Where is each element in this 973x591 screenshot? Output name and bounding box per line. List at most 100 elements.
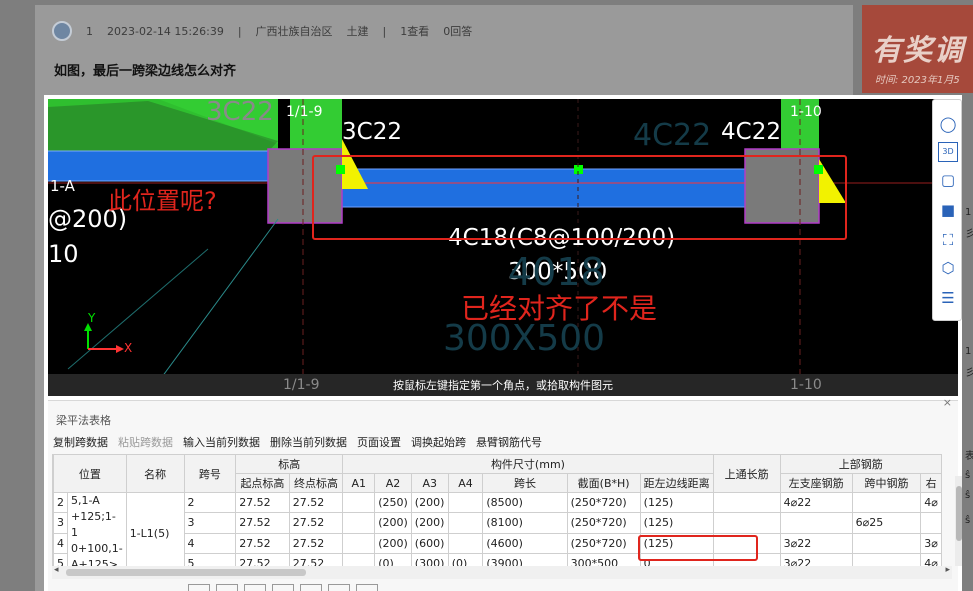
view-3d-icon[interactable]: 3D (938, 142, 958, 162)
section-cell[interactable]: (250*720) (566, 512, 641, 534)
left-seat-rebar-cell[interactable]: 4⌀22 (779, 491, 853, 514)
mid-span-rebar-cell[interactable] (851, 552, 922, 566)
top-through-cell[interactable] (712, 491, 781, 514)
right-seat-rebar-cell[interactable] (920, 512, 942, 534)
a2-cell[interactable]: (0) (374, 552, 412, 566)
position-cell[interactable]: 5,1-A +125;1-1 0+100,1- A+125> (67, 492, 127, 566)
mid-span-rebar-cell[interactable]: 6⌀25 (851, 512, 922, 534)
post-timestamp: 2023-02-14 15:26:39 (107, 24, 224, 38)
mid-span-rebar-cell[interactable] (851, 532, 922, 554)
a3-cell[interactable]: (200) (410, 491, 449, 514)
scroll-left-icon[interactable]: ◂ (54, 565, 59, 575)
span-length-cell[interactable]: (8500) (482, 491, 568, 514)
right-seat-rebar-cell[interactable]: 4⌀ (920, 552, 942, 566)
post-user-id[interactable]: 1 (86, 25, 93, 38)
left-edge-distance-cell[interactable]: (125) (639, 512, 714, 534)
a1-cell[interactable] (342, 512, 376, 534)
copy-span-button[interactable]: 复制跨数据 (53, 434, 108, 450)
start-elevation-cell[interactable]: 27.52 (235, 512, 290, 534)
table-horizontal-scrollbar[interactable]: ◂ ▸ (52, 565, 952, 579)
footer-tool-icon[interactable] (188, 584, 210, 591)
input-column-button[interactable]: 输入当前列数据 (183, 434, 260, 450)
right-seat-rebar-cell[interactable]: 3⌀ (920, 532, 942, 554)
scroll-thumb[interactable] (66, 569, 306, 576)
footer-tool-icon[interactable] (356, 584, 378, 591)
left-seat-rebar-cell[interactable] (779, 512, 853, 534)
span-length-cell[interactable]: (8100) (482, 512, 568, 534)
a2-cell[interactable]: (200) (374, 512, 412, 534)
ghost-label-300x500: 300X500 (443, 318, 606, 359)
start-elevation-cell[interactable]: 27.52 (235, 491, 290, 514)
a3-cell[interactable]: (600) (410, 532, 449, 554)
panel-close-button[interactable]: × (943, 396, 952, 409)
list-view-icon[interactable]: ☰ (938, 288, 958, 308)
section-cell[interactable]: (250*720) (566, 532, 641, 554)
cantilever-rebar-button[interactable]: 悬臂钢筋代号 (476, 434, 542, 450)
span-cell[interactable]: 2 (183, 491, 237, 514)
footer-tool-icon[interactable] (272, 584, 294, 591)
avatar[interactable] (52, 21, 72, 41)
ellipse-icon[interactable]: ◯ (938, 114, 958, 134)
a3-cell[interactable]: (200) (410, 512, 449, 534)
left-seat-rebar-cell[interactable]: 3⌀22 (779, 552, 853, 566)
name-cell[interactable]: 1-L1(5) (125, 492, 185, 566)
span-length-cell[interactable]: (3900) (482, 552, 568, 566)
scroll-thumb[interactable] (956, 486, 962, 541)
cube-filled-icon[interactable]: ■ (938, 200, 958, 220)
a3-cell[interactable]: (300) (410, 552, 449, 566)
scroll-right-icon[interactable]: ▸ (945, 565, 950, 575)
span-cell[interactable]: 3 (183, 512, 237, 534)
section-cell[interactable]: (250*720) (566, 491, 641, 514)
cad-viewport[interactable]: 3C22 1/1-9 3C22 4C22 4C22 1-10 1-A @200)… (48, 99, 958, 396)
footer-tool-icon[interactable] (328, 584, 350, 591)
a4-cell[interactable] (447, 512, 484, 534)
span-cell[interactable]: 4 (183, 532, 237, 554)
page-setup-button[interactable]: 页面设置 (357, 434, 401, 450)
span-length-cell[interactable]: (4600) (482, 532, 568, 554)
a2-cell[interactable]: (200) (374, 532, 412, 554)
mid-span-rebar-cell[interactable] (851, 491, 922, 514)
a2-cell[interactable]: (250) (374, 491, 412, 514)
a1-cell[interactable] (342, 552, 376, 566)
swap-start-span-button[interactable]: 调换起始跨 (411, 434, 466, 450)
table-row[interactable]: 2 5,1-A +125;1-1 0+100,1- A+125> 1-L1(5) 2 … (53, 491, 942, 566)
paste-span-button[interactable]: 粘贴跨数据 (118, 434, 173, 450)
end-elevation-cell[interactable]: 27.52 (288, 512, 344, 534)
left-seat-rebar-cell[interactable]: 3⌀22 (779, 532, 853, 554)
footer-tool-icon[interactable] (300, 584, 322, 591)
start-elevation-cell[interactable]: 27.52 (235, 552, 290, 566)
right-seat-rebar-cell[interactable]: 4⌀ (920, 491, 942, 514)
section-cell[interactable]: 300*500 (566, 552, 641, 566)
header-a3: A3 (410, 473, 449, 493)
promo-banner[interactable]: 有奖调 时间: 2023年1月5 (862, 5, 973, 93)
a1-cell[interactable] (342, 491, 376, 514)
delete-column-button[interactable]: 删除当前列数据 (270, 434, 347, 450)
post-meta: 1 2023-02-14 15:26:39 | 广西壮族自治区 土建 | 1查看… (52, 20, 472, 42)
header-a4: A4 (447, 473, 484, 493)
footer-tool-icon[interactable] (244, 584, 266, 591)
table-row[interactable]: 4 4 27.52 27.52 (200) (600) (4600) (250*… (53, 532, 942, 554)
top-through-cell[interactable] (712, 512, 781, 534)
end-elevation-cell[interactable]: 27.52 (288, 552, 344, 566)
a4-cell[interactable] (447, 491, 484, 514)
end-elevation-cell[interactable]: 27.52 (288, 491, 344, 514)
cube-outline-icon[interactable]: ▢ (938, 170, 958, 190)
span-cell[interactable]: 5 (183, 552, 237, 566)
a1-cell[interactable] (342, 532, 376, 554)
annotation-left-question: 此位置呢? (108, 187, 217, 215)
box-select-icon[interactable]: ⬡ (938, 258, 958, 278)
axis-label-1-a: 1-A (50, 177, 75, 195)
end-elevation-cell[interactable]: 27.52 (288, 532, 344, 554)
table-vertical-scrollbar[interactable] (955, 476, 962, 566)
row-number: 2 (53, 491, 68, 514)
table-row[interactable]: 3 3 27.52 27.52 (200) (200) (8100) (250*… (53, 512, 942, 534)
post-category[interactable]: 土建 (347, 23, 369, 39)
embedded-screenshot: 3C22 1/1-9 3C22 4C22 4C22 1-10 1-A @200)… (44, 95, 962, 591)
start-elevation-cell[interactable]: 27.52 (235, 532, 290, 554)
a4-cell[interactable] (447, 532, 484, 554)
footer-tool-icon[interactable] (216, 584, 238, 591)
fullscreen-icon[interactable]: ⛶ (938, 230, 958, 250)
a4-cell[interactable]: (0) (447, 552, 484, 566)
left-edge-distance-cell[interactable]: (125) (639, 491, 714, 514)
table-row[interactable]: 5 5 27.52 27.52 (0) (300) (0) (3900) 300… (53, 552, 942, 566)
